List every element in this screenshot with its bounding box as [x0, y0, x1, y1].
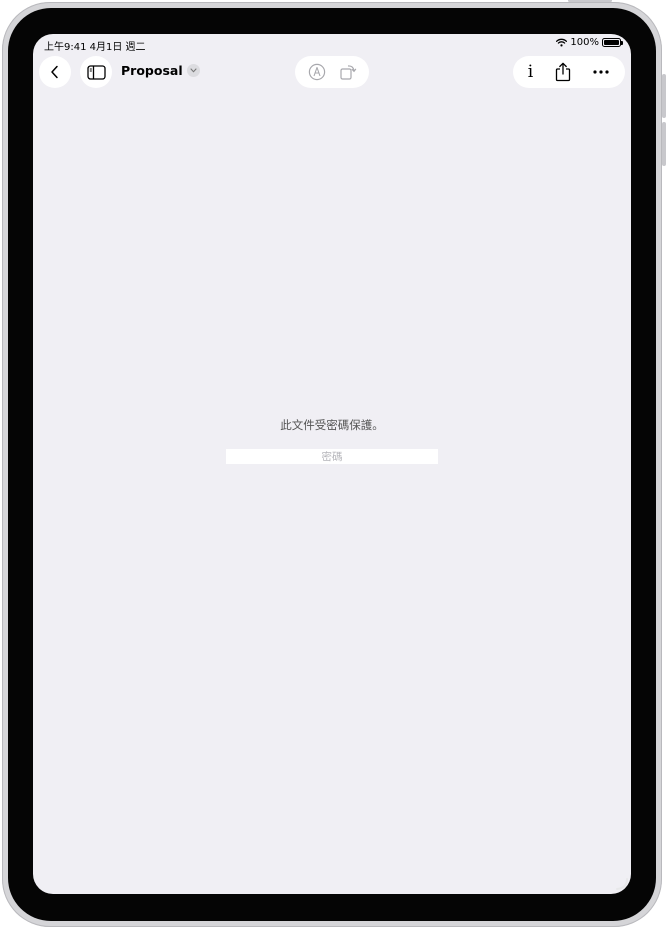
rotate-button[interactable] [339, 63, 357, 81]
password-prompt: 此文件受密碼保護。 [33, 417, 631, 464]
document-title-menu[interactable]: Proposal [121, 63, 200, 78]
sidebar-icon [86, 64, 106, 80]
screen: 上午9:41 4月1日 週二 100% Proposal i 此文件受密碼保護。 [33, 34, 631, 894]
status-indicators: 100% [556, 37, 623, 48]
rotate-icon [339, 65, 356, 80]
more-icon [593, 70, 609, 74]
markup-pen-icon [308, 63, 325, 81]
battery-level [604, 40, 619, 45]
back-button[interactable] [39, 56, 71, 88]
top-button [568, 0, 612, 2]
volume-down-button [662, 122, 666, 166]
status-bar: 上午9:41 4月1日 週二 100% [33, 34, 631, 54]
document-actions-group: i [513, 56, 625, 88]
toolbar: Proposal i [33, 54, 631, 90]
more-button[interactable] [592, 69, 610, 75]
battery-percent: 100% [570, 37, 599, 48]
info-button[interactable]: i [528, 63, 533, 81]
document-title: Proposal [121, 63, 183, 78]
password-field[interactable] [226, 449, 438, 464]
sidebar-button[interactable] [80, 56, 112, 88]
battery-icon [602, 38, 623, 47]
markup-button[interactable] [308, 63, 326, 81]
chevron-down-icon [186, 64, 200, 77]
wifi-icon [556, 38, 568, 47]
share-icon [555, 62, 570, 82]
markup-tools-group [295, 56, 369, 88]
resize-handle-icon [616, 878, 628, 890]
share-button[interactable] [555, 62, 571, 82]
chevron-left-icon [51, 65, 58, 79]
volume-up-button [662, 74, 666, 118]
password-protected-message: 此文件受密碼保護。 [280, 418, 384, 432]
status-time-date: 上午9:41 4月1日 週二 [44, 42, 146, 53]
